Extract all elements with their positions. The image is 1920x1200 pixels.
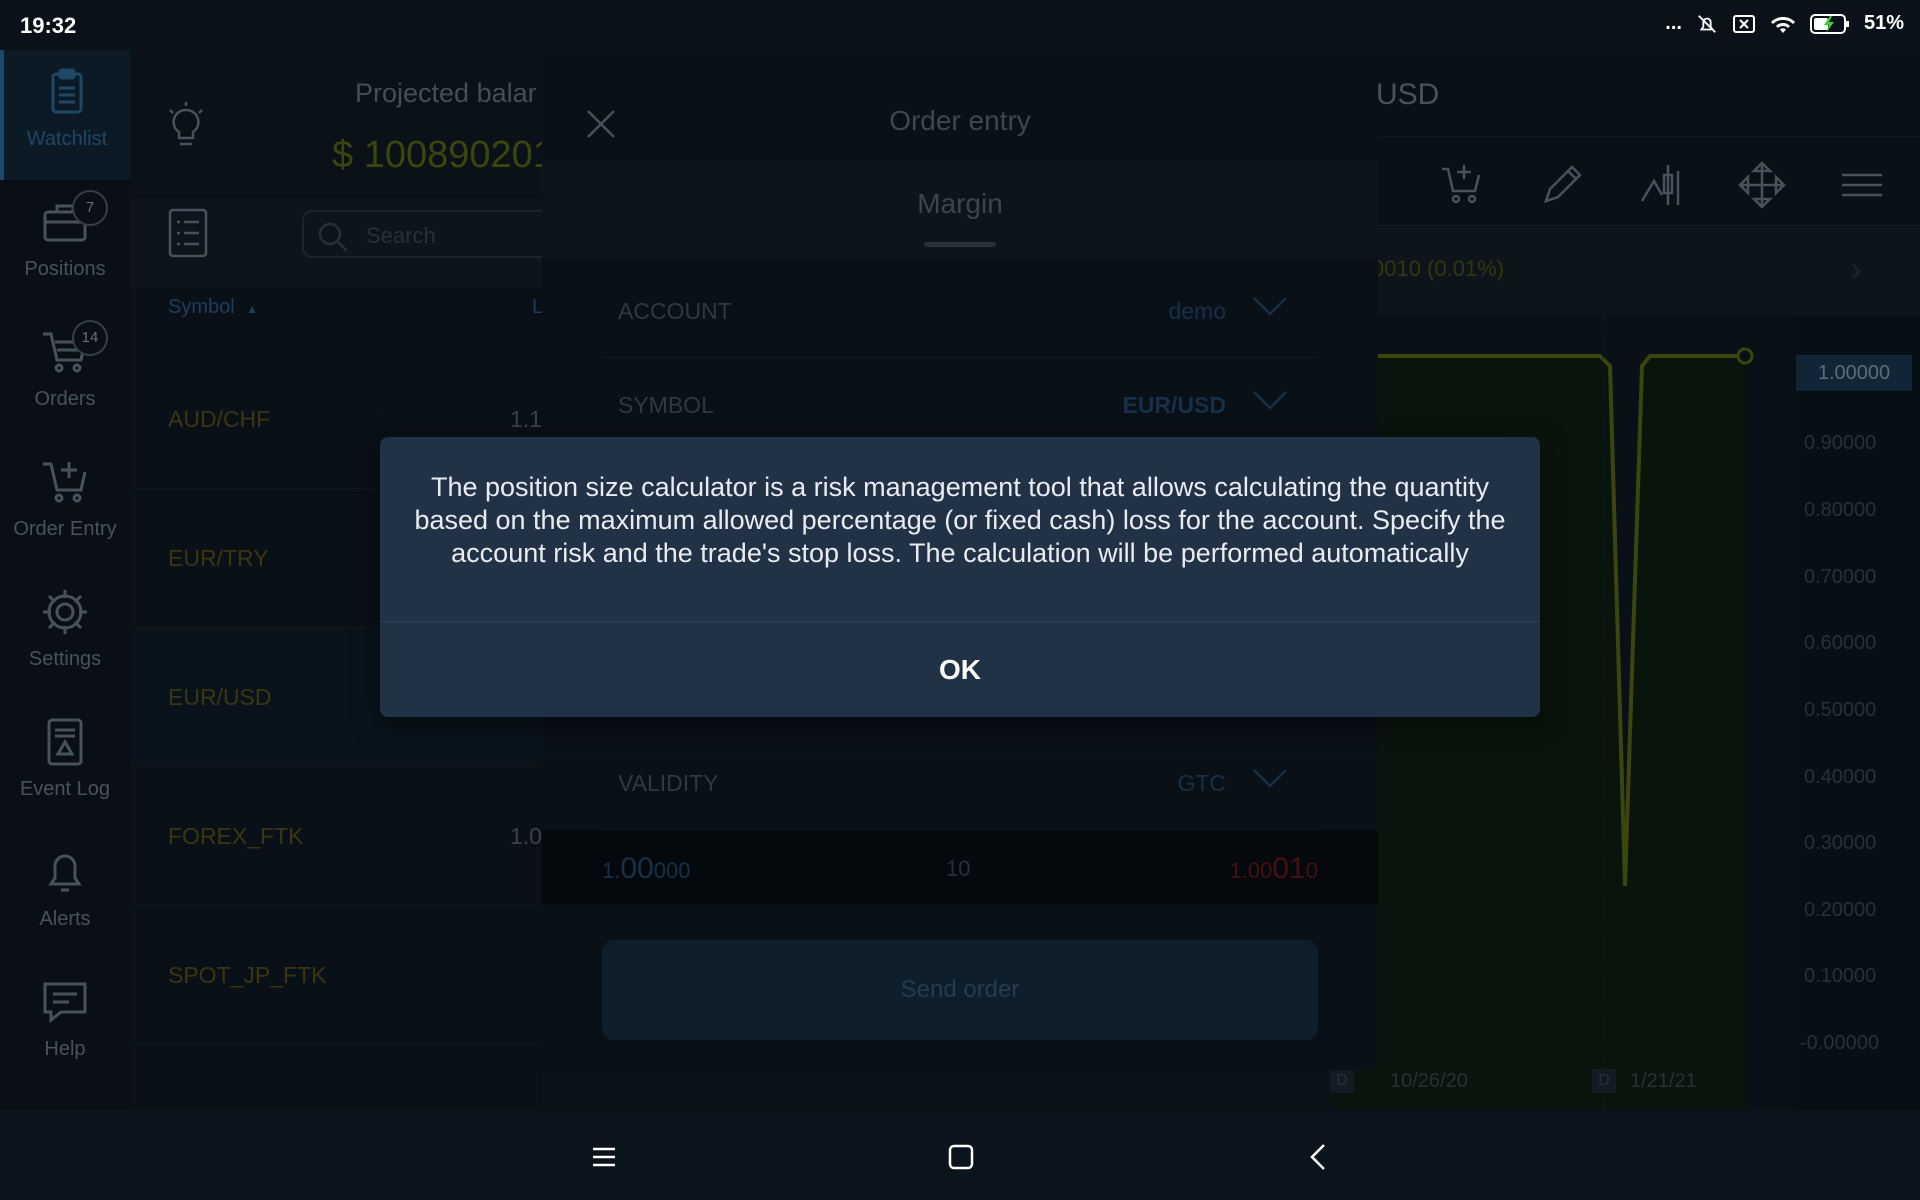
more-dots-icon: ... [1665, 12, 1682, 34]
bell-muted-icon [1698, 14, 1716, 33]
status-time: 19:32 [20, 13, 77, 38]
battery-percent: 51% [1863, 12, 1904, 34]
back-icon[interactable] [1302, 1140, 1336, 1174]
info-alert-dialog: The position size calculator is a risk m… [380, 437, 1540, 717]
recent-apps-icon[interactable] [587, 1140, 621, 1174]
home-icon[interactable] [944, 1140, 978, 1174]
status-icons: ... 51% [1665, 12, 1904, 35]
system-nav-bar [0, 1110, 1920, 1200]
battery-charging-icon [1809, 13, 1849, 34]
sim-off-icon [1732, 14, 1755, 33]
status-bar: 19:32 ... 51% [0, 0, 1920, 50]
alert-message: The position size calculator is a risk m… [414, 472, 1506, 568]
wifi-icon [1770, 16, 1795, 33]
ok-button[interactable]: OK [380, 622, 1540, 717]
